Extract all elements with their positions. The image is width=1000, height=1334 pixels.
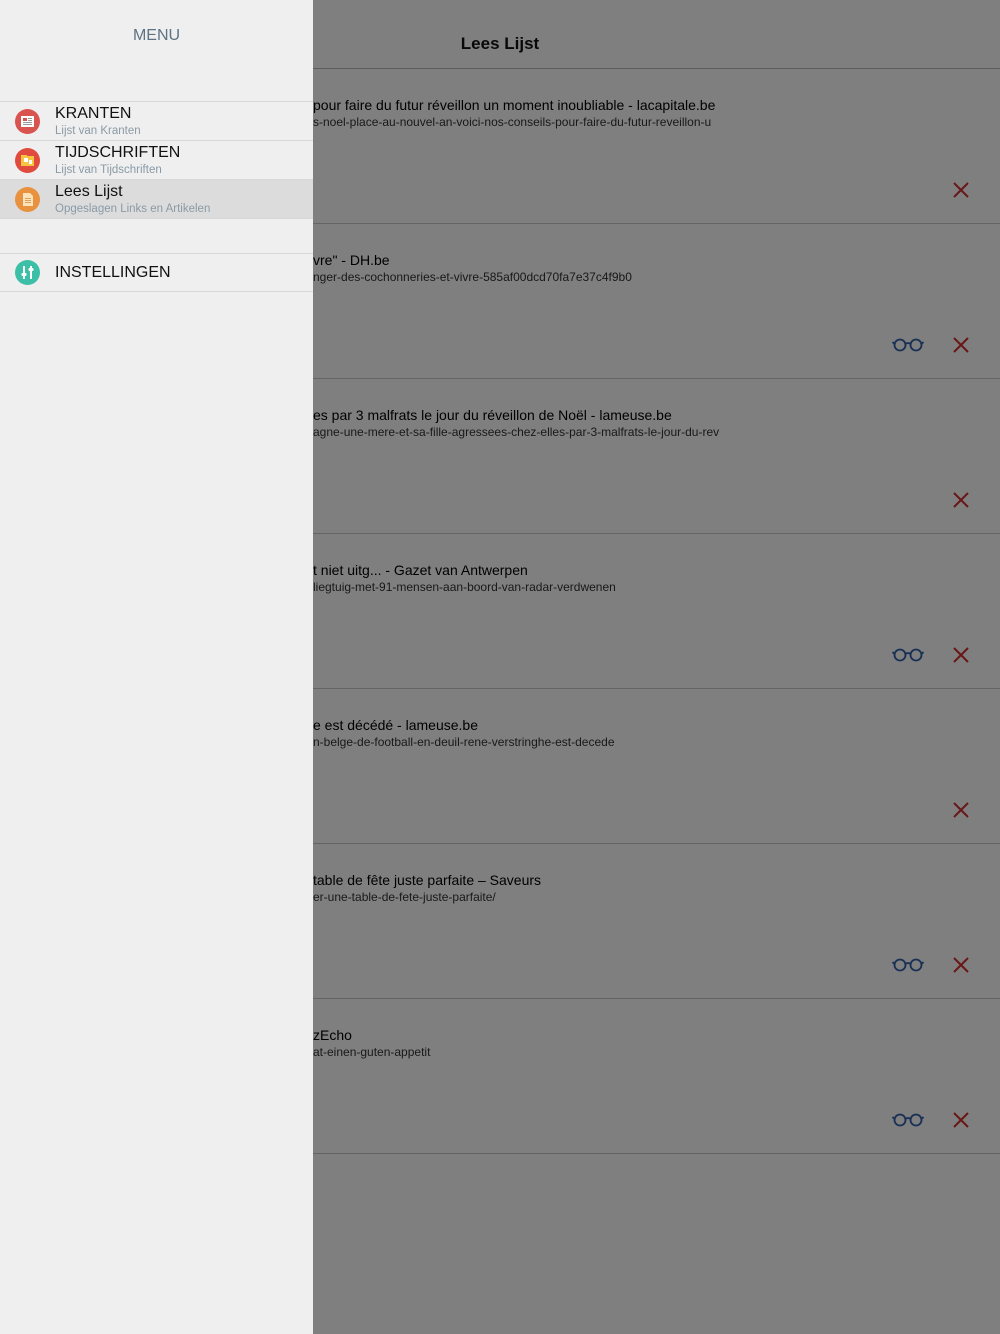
newspaper-icon — [15, 109, 40, 134]
menu-title: MENU — [132, 27, 181, 44]
menu-separator — [0, 218, 313, 253]
magazine-icon — [15, 148, 40, 173]
menu-item-label: INSTELLINGEN — [55, 264, 171, 281]
settings-sliders-icon — [15, 260, 40, 285]
menu-item-sublabel: Lijst van Tijdschriften — [55, 164, 162, 176]
menu-item-sublabel: Opgeslagen Links en Artikelen — [55, 203, 211, 215]
menu-item-kranten[interactable]: KRANTEN Lijst van Kranten — [0, 101, 313, 140]
menu-item-sublabel: Lijst van Kranten — [55, 125, 141, 137]
menu-item-lees-lijst[interactable]: Lees Lijst Opgeslagen Links en Artikelen — [0, 179, 313, 218]
document-icon — [15, 187, 40, 212]
menu-item-tijdschriften[interactable]: TIJDSCHRIFTEN Lijst van Tijdschriften — [0, 140, 313, 179]
side-menu: MENU KRANTEN Lijst van Kranten TIJDSCHRI… — [0, 0, 313, 1334]
menu-item-instellingen[interactable]: INSTELLINGEN — [0, 253, 313, 292]
menu-item-label: KRANTEN — [55, 105, 132, 122]
menu-item-label: Lees Lijst — [55, 183, 123, 200]
menu-item-label: TIJDSCHRIFTEN — [55, 144, 181, 161]
